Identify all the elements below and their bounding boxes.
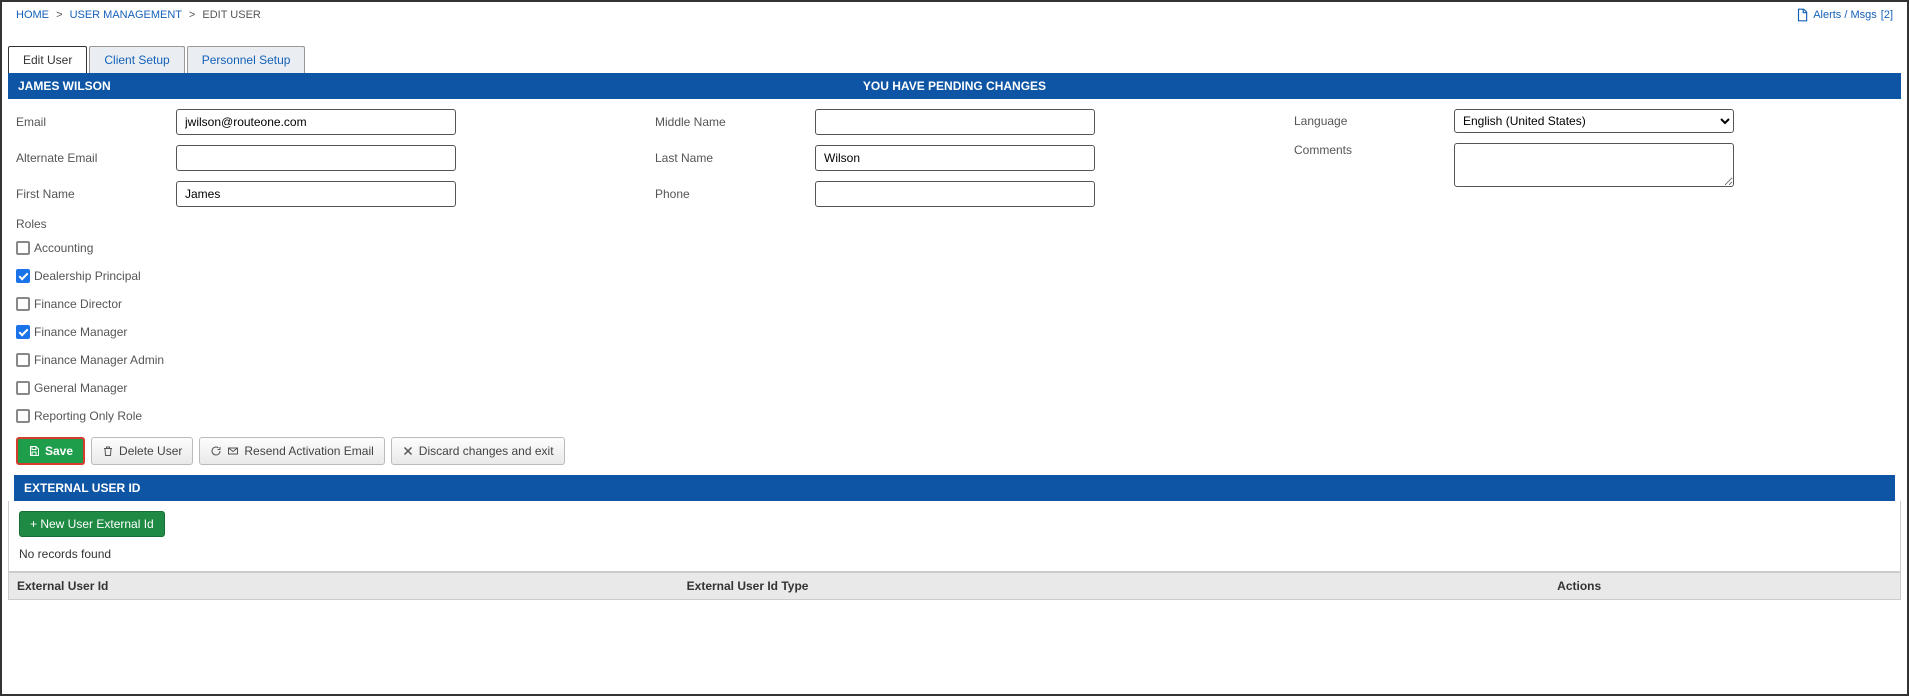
app-root: HOME > USER MANAGEMENT > EDIT USER Alert… xyxy=(0,0,1909,696)
external-id-table-header: External User Id External User Id Type A… xyxy=(8,572,1901,600)
document-icon xyxy=(1795,8,1809,22)
email-field[interactable] xyxy=(176,109,456,135)
trash-icon xyxy=(102,445,114,457)
role-checkbox[interactable] xyxy=(16,409,30,423)
top-bar: HOME > USER MANAGEMENT > EDIT USER Alert… xyxy=(2,2,1907,28)
role-item: Finance Director xyxy=(16,297,1893,311)
close-icon xyxy=(402,445,414,457)
language-select[interactable]: English (United States) xyxy=(1454,109,1734,133)
form-col-1: Email Alternate Email First Name xyxy=(16,109,615,207)
role-label: Finance Manager xyxy=(34,325,127,339)
breadcrumb-user-mgmt[interactable]: USER MANAGEMENT xyxy=(70,9,182,21)
tab-personnel-setup[interactable]: Personnel Setup xyxy=(187,46,306,73)
col-actions: Actions xyxy=(1557,579,1892,593)
new-external-id-button[interactable]: + New User External Id xyxy=(19,511,165,537)
alt-email-field[interactable] xyxy=(176,145,456,171)
role-item: Dealership Principal xyxy=(16,269,1893,283)
pending-changes-title: YOU HAVE PENDING CHANGES xyxy=(863,79,1046,93)
role-item: Accounting xyxy=(16,241,1893,255)
external-user-id-header: EXTERNAL USER ID xyxy=(14,475,1895,501)
label-last-name: Last Name xyxy=(655,151,805,165)
form-col-2: Middle Name Last Name Phone xyxy=(655,109,1254,207)
alerts-link[interactable]: Alerts / Msgs [2] xyxy=(1795,8,1893,22)
tab-client-setup[interactable]: Client Setup xyxy=(89,46,184,73)
label-email: Email xyxy=(16,115,166,129)
save-button-label: Save xyxy=(45,444,73,458)
role-label: Reporting Only Role xyxy=(34,409,142,423)
form-area: Email Alternate Email First Name Middle … xyxy=(8,105,1901,211)
save-button[interactable]: Save xyxy=(16,437,85,465)
user-name-title: JAMES WILSON xyxy=(18,79,111,93)
label-alt-email: Alternate Email xyxy=(16,151,166,165)
breadcrumb-sep: > xyxy=(189,9,195,21)
last-name-field[interactable] xyxy=(815,145,1095,171)
role-item: Finance Manager Admin xyxy=(16,353,1893,367)
label-middle-name: Middle Name xyxy=(655,115,805,129)
role-checkbox[interactable] xyxy=(16,297,30,311)
discard-button[interactable]: Discard changes and exit xyxy=(391,437,565,465)
alerts-count: [2] xyxy=(1881,9,1893,21)
discard-label: Discard changes and exit xyxy=(419,444,554,458)
role-label: General Manager xyxy=(34,381,127,395)
resend-activation-button[interactable]: Resend Activation Email xyxy=(199,437,384,465)
role-label: Finance Manager Admin xyxy=(34,353,164,367)
role-checkbox[interactable] xyxy=(16,241,30,255)
external-user-id-section: EXTERNAL USER ID + New User External Id … xyxy=(8,475,1901,572)
delete-user-button[interactable]: Delete User xyxy=(91,437,193,465)
breadcrumb-sep: > xyxy=(56,9,62,21)
label-phone: Phone xyxy=(655,187,805,201)
role-checkbox[interactable] xyxy=(16,353,30,367)
breadcrumb-home[interactable]: HOME xyxy=(16,9,49,21)
action-buttons-row: Save Delete User Resend Activation Email… xyxy=(8,437,1901,465)
role-label: Accounting xyxy=(34,241,93,255)
label-language: Language xyxy=(1294,114,1444,128)
delete-user-label: Delete User xyxy=(119,444,182,458)
breadcrumb-current: EDIT USER xyxy=(202,9,260,21)
role-checkbox[interactable] xyxy=(16,325,30,339)
comments-field[interactable] xyxy=(1454,143,1734,187)
middle-name-field[interactable] xyxy=(815,109,1095,135)
role-label: Dealership Principal xyxy=(34,269,141,283)
refresh-icon xyxy=(210,445,222,457)
role-label: Finance Director xyxy=(34,297,122,311)
mail-icon xyxy=(227,445,239,457)
external-user-id-title: EXTERNAL USER ID xyxy=(24,481,140,495)
col-external-user-id-type: External User Id Type xyxy=(687,579,1558,593)
no-records-text: No records found xyxy=(19,547,1890,561)
form-col-3: Language English (United States) Comment… xyxy=(1294,109,1893,207)
roles-section: Roles Accounting Dealership Principal Fina… xyxy=(8,217,1901,423)
role-checkbox[interactable] xyxy=(16,381,30,395)
save-icon xyxy=(28,445,40,457)
label-comments: Comments xyxy=(1294,143,1444,157)
section-header-user: JAMES WILSON YOU HAVE PENDING CHANGES xyxy=(8,73,1901,99)
alerts-label: Alerts / Msgs xyxy=(1813,9,1877,21)
roles-label: Roles xyxy=(16,217,1893,231)
label-first-name: First Name xyxy=(16,187,166,201)
role-item: General Manager xyxy=(16,381,1893,395)
tab-strip: Edit User Client Setup Personnel Setup xyxy=(8,46,1907,73)
col-external-user-id: External User Id xyxy=(17,579,687,593)
first-name-field[interactable] xyxy=(176,181,456,207)
breadcrumb: HOME > USER MANAGEMENT > EDIT USER xyxy=(16,9,261,21)
resend-activation-label: Resend Activation Email xyxy=(244,444,373,458)
phone-field[interactable] xyxy=(815,181,1095,207)
role-item: Finance Manager xyxy=(16,325,1893,339)
role-checkbox[interactable] xyxy=(16,269,30,283)
tab-edit-user[interactable]: Edit User xyxy=(8,46,87,73)
role-item: Reporting Only Role xyxy=(16,409,1893,423)
